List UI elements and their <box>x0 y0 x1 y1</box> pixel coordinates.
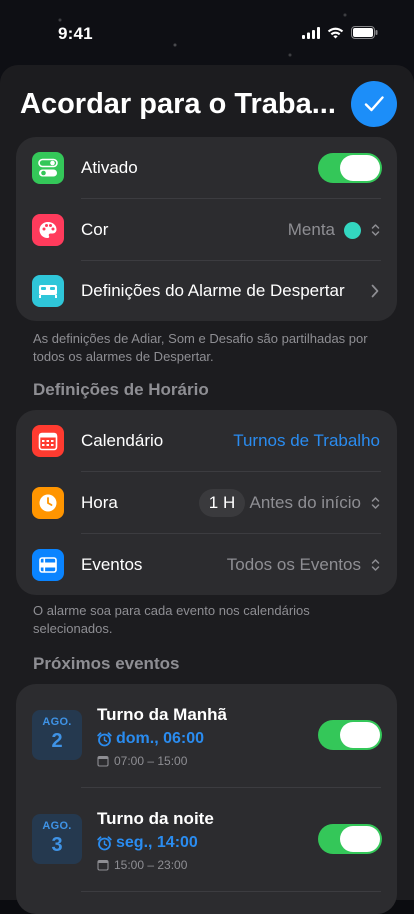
chevron-right-icon <box>371 284 379 298</box>
wake-alarm-settings-row[interactable]: Definições do Alarme de Despertar <box>16 261 397 321</box>
color-row[interactable]: Cor Menta <box>16 199 397 261</box>
wifi-icon <box>327 27 344 38</box>
chevron-up-down-icon <box>371 224 380 236</box>
event-day: 2 <box>51 730 63 752</box>
events-list-icon <box>32 549 64 581</box>
event-item[interactable]: AGO. 3 Turno da noite seg., 14:00 15:00 … <box>16 788 397 892</box>
time-label: Hora <box>81 493 118 512</box>
palette-icon <box>32 214 64 246</box>
calendar-small-icon <box>97 755 109 767</box>
wake-alarm-settings-label: Definições do Alarme de Despertar <box>81 281 345 300</box>
calendar-small-icon <box>97 859 109 871</box>
color-swatch <box>344 221 361 239</box>
checkmark-icon <box>364 96 384 112</box>
color-value: Menta <box>287 220 335 239</box>
confirm-button[interactable] <box>351 81 397 127</box>
schedule-card: Calendário Turnos de Trabalho Hora 1 H A… <box>16 410 397 595</box>
color-label: Cor <box>81 220 109 239</box>
calendar-icon <box>32 425 64 457</box>
event-alarm-time: dom., 06:00 <box>116 730 205 747</box>
status-icons <box>302 26 378 39</box>
upcoming-events-card: AGO. 2 Turno da Manhã dom., 06:00 07:00 … <box>16 684 397 914</box>
main-settings-card: Ativado Cor Menta Definições do Alarme d… <box>16 137 397 321</box>
shared-settings-note: As definições de Adiar, Som e Desafio sã… <box>33 331 368 364</box>
divider <box>81 891 381 892</box>
alarm-clock-icon <box>97 835 112 850</box>
event-item[interactable]: AGO. 2 Turno da Manhã dom., 06:00 07:00 … <box>16 684 397 788</box>
event-month: AGO. <box>42 820 72 832</box>
event-alarm: seg., 14:00 <box>97 834 198 852</box>
enabled-row: Ativado <box>16 137 397 199</box>
enabled-toggle[interactable] <box>318 153 382 183</box>
event-title: Turno da Manhã <box>97 705 228 724</box>
battery-icon <box>351 26 378 39</box>
switches-icon <box>32 152 64 184</box>
event-alarm: dom., 06:00 <box>97 730 204 748</box>
event-date-badge: AGO. 3 <box>32 814 82 864</box>
schedule-note: O alarme soa para cada evento nos calend… <box>33 603 310 636</box>
time-row[interactable]: Hora 1 H Antes do início <box>16 472 397 534</box>
calendar-row[interactable]: Calendário Turnos de Trabalho <box>16 410 397 472</box>
event-date-badge: AGO. 2 <box>32 710 82 760</box>
time-offset-pill[interactable]: 1 H <box>199 489 245 517</box>
event-alarm-time: seg., 14:00 <box>116 834 198 851</box>
clock-icon <box>32 487 64 519</box>
page-title: Acordar para o Traba... <box>20 88 336 120</box>
status-time: 9:41 <box>58 24 93 43</box>
event-toggle[interactable] <box>318 720 382 750</box>
calendar-label: Calendário <box>81 431 164 450</box>
event-time-range-text: 15:00 – 23:00 <box>114 858 188 872</box>
alarm-clock-icon <box>97 731 112 746</box>
event-time-range: 15:00 – 23:00 <box>97 858 187 872</box>
schedule-section-heading: Definições de Horário <box>33 380 209 399</box>
events-value: Todos os Eventos <box>226 555 361 574</box>
event-day: 3 <box>51 834 63 856</box>
enabled-label: Ativado <box>81 158 138 177</box>
event-time-range-text: 07:00 – 15:00 <box>114 754 188 768</box>
event-time-range: 07:00 – 15:00 <box>97 754 187 768</box>
event-month: AGO. <box>42 716 72 728</box>
status-bar: 9:41 <box>0 0 414 60</box>
event-title: Turno da noite <box>97 809 214 828</box>
chevron-up-down-icon <box>371 559 380 571</box>
bed-icon <box>32 275 64 307</box>
events-label: Eventos <box>81 555 143 574</box>
chevron-up-down-icon <box>371 497 380 509</box>
cellular-signal-icon <box>302 26 320 39</box>
calendar-value: Turnos de Trabalho <box>233 431 380 450</box>
time-value: Antes do início <box>249 493 361 512</box>
upcoming-section-heading: Próximos eventos <box>33 654 180 673</box>
event-toggle[interactable] <box>318 824 382 854</box>
events-row[interactable]: Eventos Todos os Eventos <box>16 534 397 595</box>
